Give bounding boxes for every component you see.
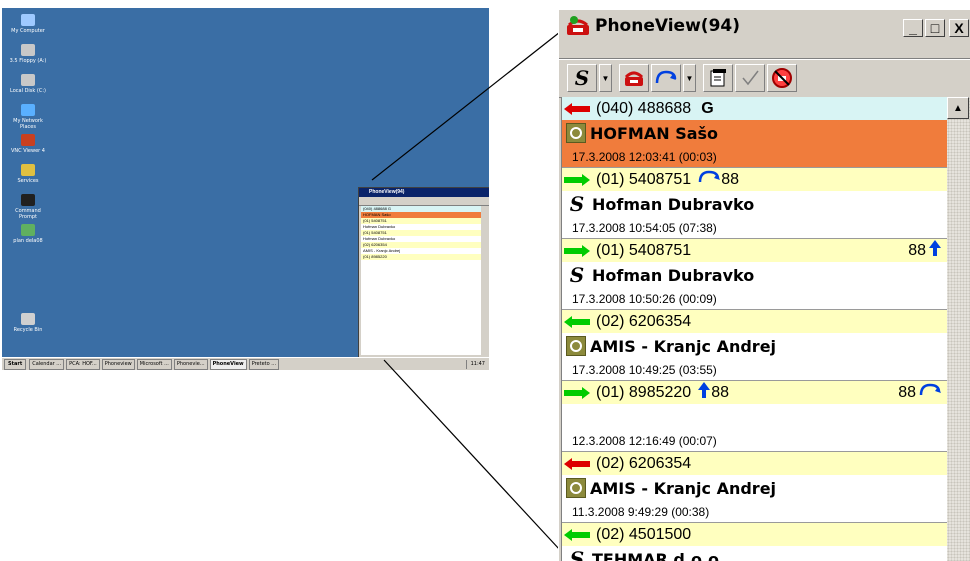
clock-icon [566,123,586,143]
caller-name: AMIS - Kranjc Andrej [590,336,777,356]
call-datetime: 17.3.2008 12:03:41 (00:03) [572,149,717,164]
call-number: (040) 488688 [596,99,692,117]
call-number: (02) 4501500 [596,525,692,543]
call-number: (02) 6206354 [596,312,692,330]
skype-dropdown-button[interactable]: ▼ [599,64,612,92]
clock-face [570,340,582,352]
incoming-arrow-icon [562,315,592,329]
call-entry[interactable]: (02) 4501500 S TEHMAR d.o.o. [562,523,948,561]
call-entry[interactable]: (01) 5408751 88 S Hofman Dubravko 17.3.2008 … [562,168,948,239]
caller-name-line: S Hofman Dubravko [566,262,948,288]
call-datetime: 12.3.2008 12:16:49 (00:07) [572,433,717,448]
caller-name: TEHMAR d.o.o. [592,549,726,561]
call-entry[interactable]: (01) 5408751 88 S Hofman Dubravko 17.3.2008 … [562,239,948,310]
caller-name: Hofman Dubravko [592,265,755,285]
outgoing-arrow-icon [562,244,592,258]
call-number: (02) 6206354 [596,454,692,472]
maximize-button[interactable]: □ [925,19,945,37]
outgoing-arrow-icon [562,173,592,187]
transfer-dropdown-button[interactable]: ▼ [683,64,696,92]
call-body: S Hofman Dubravko 17.3.2008 10:50:26 (00:0… [562,262,948,309]
zoom-line-top [371,31,561,181]
block-icon[interactable] [767,64,797,92]
call-body: S Hofman Dubravko 17.3.2008 10:54:05 (07:3… [562,191,948,238]
call-extension: 88 [697,381,729,404]
call-header: (02) 6206354 [562,452,948,475]
up-arrow-icon [928,239,942,262]
clock-icon [566,478,586,498]
minimize-button[interactable]: _ [903,19,923,37]
call-header: (040) 488688 G [562,97,948,120]
call-extension: 88 [697,169,739,190]
call-header: (01) 8985220 88 88 [562,381,948,404]
transfer-icon[interactable] [651,64,681,92]
skype-icon: S [569,192,585,216]
phone-app-icon [565,15,591,37]
clock-face [570,127,582,139]
call-right-extension: 88 [898,382,942,403]
clock-icon [566,336,586,356]
call-body: HOFMAN Sašo 17.3.2008 12:03:41 (00:03) [562,120,948,167]
extension-number: 88 [721,170,739,188]
caller-name-line: HOFMAN Sašo [566,120,948,146]
scroll-up-button[interactable]: ▲ [947,97,969,119]
call-header: (01) 5408751 88 [562,239,948,262]
checkmark-icon[interactable] [735,64,765,92]
call-number: (01) 5408751 [596,170,692,188]
call-datetime: 17.3.2008 10:50:26 (00:09) [572,291,717,306]
redirect-icon [697,169,721,190]
window-title: PhoneView(94) [595,15,740,36]
call-number: (01) 8985220 [596,383,692,401]
caller-name-line [566,404,948,430]
extension-number: 88 [908,241,926,259]
call-tag: G [701,99,714,117]
call-datetime: 17.3.2008 10:54:05 (07:38) [572,220,717,235]
toolbar: S ▼ ▼ [559,58,970,98]
incoming-arrow-icon [562,528,592,542]
call-body: AMIS - Kranjc Andrej 11.3.2008 9:49:29 (0… [562,475,948,522]
close-button[interactable]: X [949,19,969,37]
caller-name: Hofman Dubravko [592,194,755,214]
outgoing-arrow-icon [562,386,592,400]
extension-number: 88 [898,383,916,401]
skype-dial-icon[interactable]: S [567,64,597,92]
call-header: (02) 6206354 [562,310,948,333]
zoom-line-bottom [383,359,561,551]
incoming-arrow-icon [562,102,592,116]
caller-name-line: S TEHMAR d.o.o. [566,546,948,561]
title-bar: PhoneView(94) _ □ X [559,10,970,41]
call-header: (01) 5408751 88 [562,168,948,191]
call-header: (02) 4501500 [562,523,948,546]
call-body: AMIS - Kranjc Andrej 17.3.2008 10:49:25 (… [562,333,948,380]
properties-icon[interactable] [703,64,733,92]
call-entry[interactable]: (01) 8985220 88 88 12.3.2008 12:16:49 (00:0… [562,381,948,452]
call-body: 12.3.2008 12:16:49 (00:07) [562,404,948,451]
call-datetime: 17.3.2008 10:49:25 (03:55) [572,362,717,377]
caller-name-line: AMIS - Kranjc Andrej [566,333,948,359]
extension-number: 88 [711,383,729,401]
phoneview-window: PhoneView(94) _ □ X S ▼ ▼ (040) 488688 G H… [558,10,970,561]
skype-icon: S [569,547,585,561]
call-entry[interactable]: (02) 6206354 AMIS - Kranjc Andrej 11.3.200… [562,452,948,523]
clock-face [570,482,582,494]
caller-name-line: S Hofman Dubravko [566,191,948,217]
caller-name: HOFMAN Sašo [590,123,719,143]
caller-name-line: AMIS - Kranjc Andrej [566,475,948,501]
call-entry[interactable]: (040) 488688 G HOFMAN Sašo 17.3.2008 12:03:… [562,97,948,168]
vertical-scrollbar[interactable]: ▲ [947,97,970,561]
call-list: (040) 488688 G HOFMAN Sašo 17.3.2008 12:03:… [561,97,948,561]
caller-name: AMIS - Kranjc Andrej [590,478,777,498]
up-arrow-icon [697,381,711,404]
call-right-extension: 88 [908,239,942,262]
call-entry[interactable]: (02) 6206354 AMIS - Kranjc Andrej 17.3.200… [562,310,948,381]
call-datetime: 11.3.2008 9:49:29 (00:38) [572,504,710,519]
incoming-arrow-icon [562,457,592,471]
call-body: S TEHMAR d.o.o. [562,546,948,561]
phone-icon[interactable] [619,64,649,92]
skype-icon: S [569,263,585,287]
call-number: (01) 5408751 [596,241,692,259]
redirect-icon [918,382,942,403]
